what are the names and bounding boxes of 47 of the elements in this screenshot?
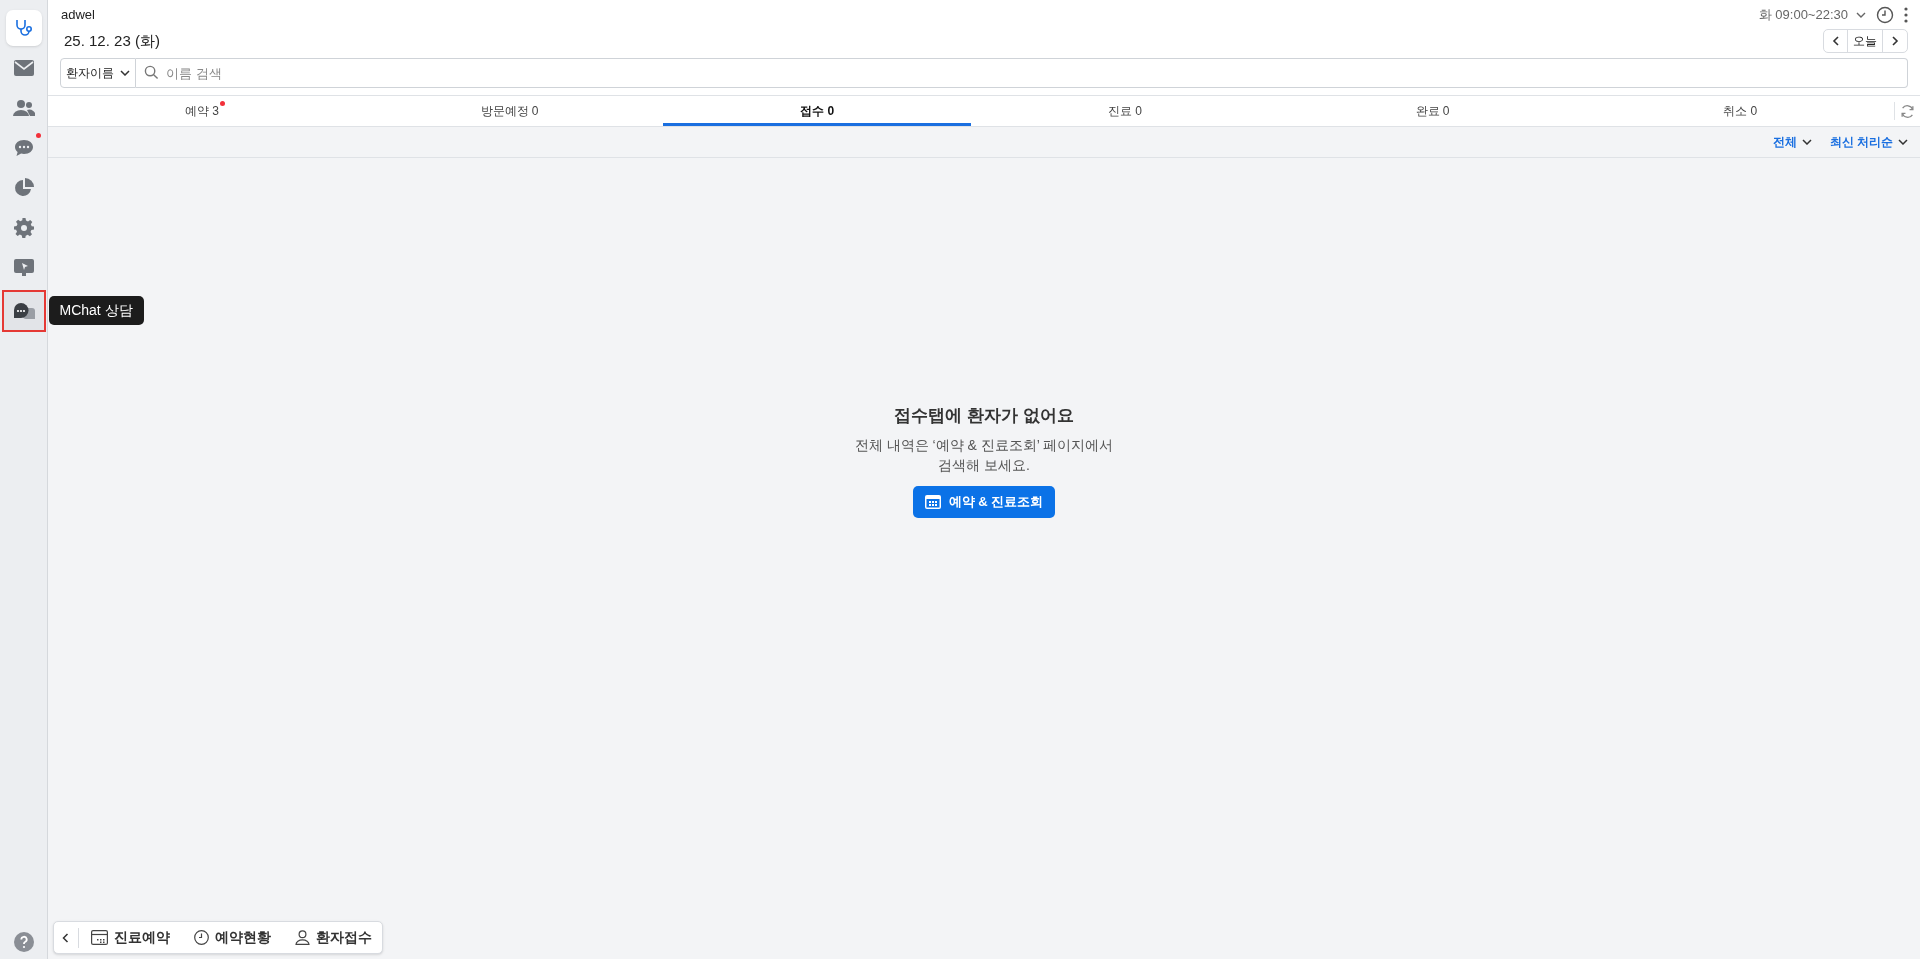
pie-chart-icon (13, 178, 34, 198)
date-heading: 25. 12. 23 (화) (64, 30, 160, 51)
chevron-left-icon (1831, 36, 1840, 46)
lookup-button[interactable]: 예약 & 진료조회 (912, 485, 1056, 518)
clock-icon[interactable] (1876, 6, 1894, 24)
chat-bubbles-icon (12, 302, 35, 320)
search-type-dropdown[interactable]: 환자이름 (60, 58, 136, 88)
chevron-down-icon (1801, 139, 1812, 145)
empty-state-title: 접수탭에 환자가 없어요 (894, 405, 1074, 427)
chevron-left-icon (62, 932, 69, 943)
monitor-cursor-icon (13, 258, 34, 278)
search-icon (144, 65, 159, 80)
chevron-down-icon (1898, 139, 1908, 145)
tab[interactable]: 취소 0 (1586, 96, 1895, 126)
chevron-down-icon (1856, 12, 1866, 18)
tab[interactable]: 방문예정 0 (355, 96, 664, 126)
filter-dropdown[interactable]: 전체 (1772, 133, 1812, 151)
empty-state-message: 전체 내역은 ‘예약 & 진료조회’ 페이지에서 검색해 보세요. (854, 435, 1114, 475)
help-icon[interactable] (13, 932, 34, 952)
quick-action-button[interactable]: 예약현황 (194, 927, 271, 948)
tab[interactable]: 진료 0 (971, 96, 1279, 126)
calendar-icon (91, 930, 108, 945)
tab[interactable]: 예약 3 (48, 96, 356, 126)
chevron-right-icon (1891, 36, 1899, 46)
person-icon (295, 930, 310, 945)
collapse-button[interactable] (62, 927, 79, 948)
tab[interactable]: 완료 0 (1278, 96, 1587, 126)
filter-dropdown[interactable]: 최신 처리순 (1829, 133, 1908, 151)
mail-icon (13, 60, 34, 76)
search-field[interactable]: 이름 검색 (136, 58, 1908, 88)
clock-icon (194, 930, 209, 945)
hours-dropdown[interactable]: 화 09:00~22:30 (1758, 5, 1866, 25)
chat-icon (13, 139, 34, 157)
sidebar-item[interactable] (5, 10, 42, 46)
today-button[interactable]: 오늘 (1848, 30, 1883, 52)
calendar-icon (924, 494, 941, 509)
tab[interactable]: 접수 0 (663, 96, 971, 126)
tooltip: MChat 상담 (48, 296, 144, 325)
settings-icon (13, 218, 34, 238)
users-icon (12, 99, 35, 117)
chevron-down-icon (120, 70, 130, 76)
quick-action-button[interactable]: 진료예약 (91, 927, 170, 948)
more-icon[interactable] (1904, 7, 1908, 23)
refresh-icon[interactable] (1900, 103, 1915, 119)
clinic-name: adwel (61, 6, 95, 25)
quick-action-button[interactable]: 환자접수 (295, 927, 372, 948)
stethoscope-icon (13, 18, 34, 38)
